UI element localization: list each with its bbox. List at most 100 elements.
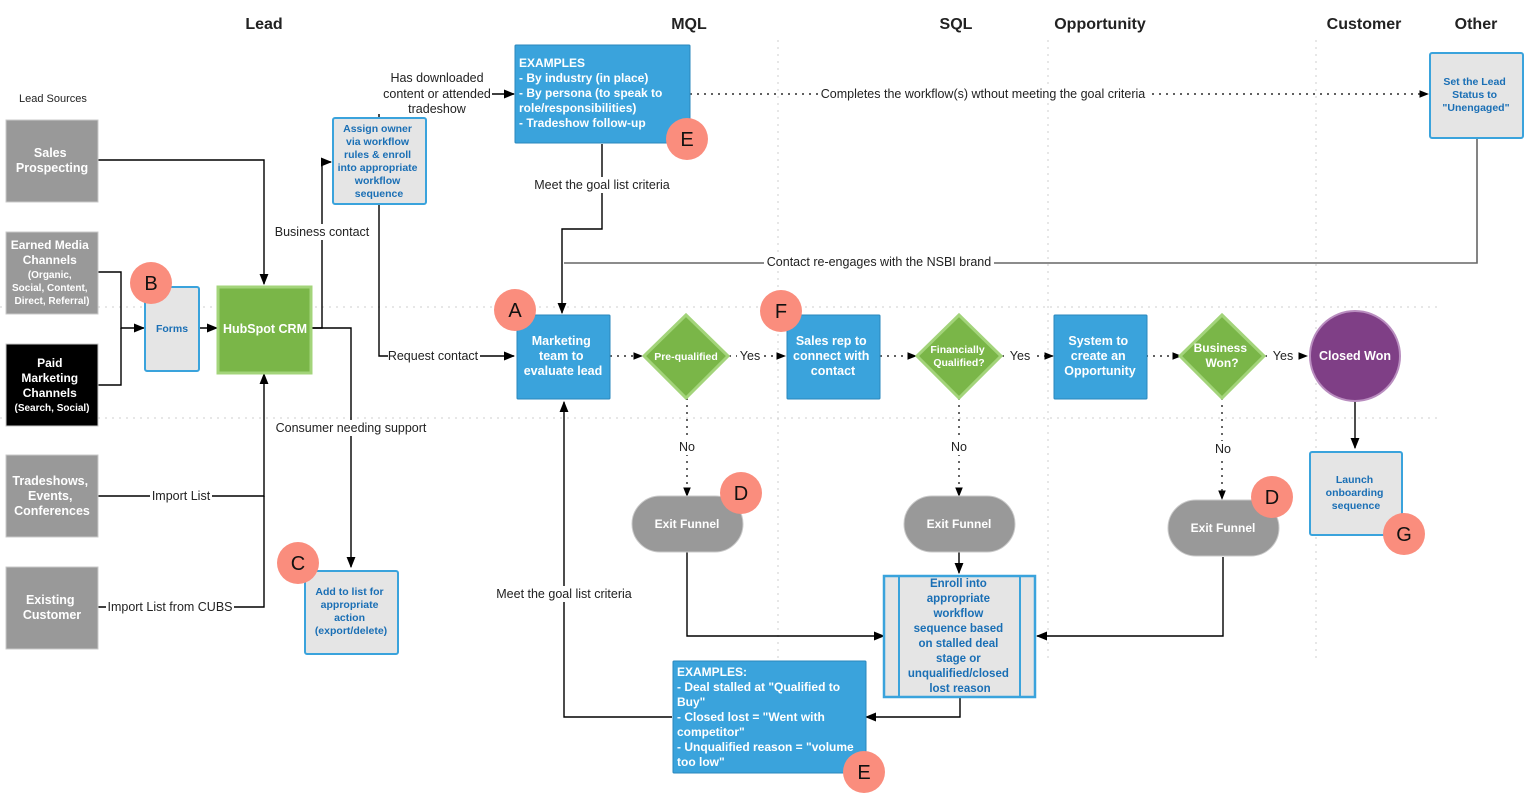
- svg-text:Existing Customer: Existing Customer: [23, 593, 81, 622]
- node-assign-owner[interactable]: Assign owner via workflow rules & enroll…: [332, 117, 427, 205]
- text-line: Enroll into: [930, 578, 987, 590]
- node-marketing-team[interactable]: Marketing team to evaluate lead: [516, 314, 611, 400]
- text-line: - By industry (in place): [519, 71, 648, 85]
- process-nodes: EXAMPLES - By industry (in place) - By p…: [514, 44, 1148, 774]
- badge-e1: E: [666, 118, 708, 160]
- node-enroll-workflow[interactable]: Enroll into appropriate workflow sequenc…: [882, 574, 1037, 699]
- node-hubspot-crm[interactable]: HubSpot CRM: [216, 285, 313, 375]
- badge-label: A: [508, 300, 522, 322]
- lead-sources-label: Lead Sources: [19, 93, 87, 105]
- text-line: appropriate: [321, 599, 379, 611]
- edge-enroll-to-examples: [864, 698, 961, 722]
- node-examples-bottom[interactable]: EXAMPLES: - Deal stalled at "Qualified t…: [672, 660, 867, 774]
- text-line: into appropriate: [338, 162, 418, 174]
- source-tradeshows[interactable]: Tradeshows, Events, Conferences: [5, 454, 99, 538]
- node-system-opportunity[interactable]: System to create an Opportunity: [1053, 314, 1148, 400]
- text-line: appropriate: [927, 593, 990, 605]
- node-exit-funnel-2[interactable]: Exit Funnel: [903, 495, 1016, 553]
- source-earned-media[interactable]: Earned Media Channels (Organic, Social, …: [5, 231, 99, 315]
- text-line: (Organic,: [28, 270, 72, 281]
- text-line: - By persona (to speak to: [519, 86, 662, 100]
- text-line: competitor": [677, 725, 745, 739]
- badge-label: G: [1396, 524, 1412, 546]
- text-line: Forms: [156, 323, 188, 335]
- node-examples-top[interactable]: EXAMPLES - By industry (in place) - By p…: [514, 44, 691, 144]
- source-paid-marketing[interactable]: Paid Marketing Channels (Search, Social): [5, 343, 99, 427]
- lane-title-customer: Customer: [1327, 16, 1402, 33]
- svg-text:Pre-qualified: Pre-qualified: [654, 351, 718, 363]
- badge-label: B: [144, 273, 157, 295]
- text-line: team to: [539, 349, 584, 363]
- text-line: Existing: [26, 593, 75, 607]
- text-line: Conferences: [14, 504, 90, 518]
- svg-text:HubSpot CRM: HubSpot CRM: [223, 322, 307, 336]
- edge-examples-to-marketing: [557, 144, 603, 315]
- text-line: via workflow: [346, 136, 410, 148]
- svg-text:Set the Lead Status to: Set the Lead Status to "Unengaged": [1442, 76, 1509, 114]
- text-line: Exit Funnel: [655, 517, 720, 531]
- badge-label: F: [775, 301, 787, 323]
- node-closed-won[interactable]: Closed Won: [1309, 310, 1401, 402]
- text-line: connect with: [793, 349, 869, 363]
- label-yes-2: Yes: [1010, 349, 1030, 363]
- source-existing-customer[interactable]: Existing Customer: [5, 566, 99, 650]
- lane-title-mql: MQL: [671, 16, 707, 33]
- label-no-1: No: [679, 440, 695, 454]
- node-financially-qualified[interactable]: Financially Qualified?: [914, 312, 1004, 401]
- lane-title-sql: SQL: [940, 16, 973, 33]
- text-line: HubSpot CRM: [223, 322, 307, 336]
- text-line: Exit Funnel: [927, 517, 992, 531]
- text-line: Exit Funnel: [1191, 521, 1256, 535]
- text-line: Sales rep to: [796, 334, 867, 348]
- label-request-contact: Request contact: [388, 349, 479, 363]
- text-line: unqualified/closed: [908, 668, 1009, 680]
- text-line: (export/delete): [315, 625, 387, 637]
- label-no-3: No: [1215, 442, 1231, 456]
- edges-dotted: [610, 90, 1429, 500]
- badge-b: B: [130, 262, 172, 304]
- text-line: Status to: [1452, 89, 1497, 101]
- node-add-to-list[interactable]: Add to list for appropriate action (expo…: [304, 570, 399, 655]
- text-line: Marketing: [532, 334, 591, 348]
- text-line: stage or: [936, 653, 981, 665]
- text-line: Sales: [34, 146, 67, 160]
- text-line: Channels: [23, 386, 77, 400]
- text-line: Set the Lead: [1443, 76, 1505, 88]
- edge-existing-to-crm: [98, 496, 265, 608]
- text-line: too low": [677, 755, 725, 769]
- label-yes-3: Yes: [1273, 349, 1293, 363]
- edge-tradeshows-to-crm: [98, 372, 269, 497]
- badge-d1: D: [720, 472, 762, 514]
- edge-exit1-to-enroll: [686, 552, 886, 641]
- text-line: Launch: [1336, 474, 1373, 486]
- edge-sales-to-crm: [98, 159, 269, 286]
- edge-assign-to-marketing: [378, 205, 516, 361]
- lane-title-lead: Lead: [245, 16, 282, 33]
- label-import-list: Import List: [152, 489, 211, 503]
- text-line: - Deal stalled at "Qualified to: [677, 680, 840, 694]
- node-pre-qualified[interactable]: Pre-qualified: [641, 312, 731, 401]
- badge-label: D: [1265, 487, 1279, 509]
- label-has-downloaded-1: Has downloaded: [390, 71, 483, 85]
- lead-sources: Sales Prospecting Earned Media Channels …: [5, 119, 99, 650]
- text-line: Customer: [23, 608, 81, 622]
- badge-label: D: [734, 483, 748, 505]
- node-sales-rep[interactable]: Sales rep to connect with contact: [786, 314, 881, 400]
- badge-e2: E: [843, 751, 885, 793]
- svg-text:Forms: Forms: [156, 323, 188, 335]
- source-sales-prospecting[interactable]: Sales Prospecting: [5, 119, 99, 203]
- node-set-lead-status[interactable]: Set the Lead Status to "Unengaged": [1429, 52, 1524, 139]
- text-line: sequence: [1332, 500, 1381, 512]
- badge-f: F: [760, 290, 802, 332]
- edge-paid-to-forms: [98, 328, 122, 386]
- text-line: Financially: [930, 344, 984, 356]
- text-line: Won?: [1205, 356, 1238, 370]
- node-business-won[interactable]: Business Won?: [1177, 312, 1267, 401]
- edge-examples-to-marketing-return: [559, 400, 672, 718]
- text-line: Social, Content,: [12, 283, 88, 294]
- label-meet-goal-top: Meet the goal list criteria: [534, 178, 670, 192]
- text-line: Assign owner: [343, 123, 412, 135]
- label-no-2: No: [951, 440, 967, 454]
- text-line: "Unengaged": [1442, 102, 1509, 114]
- edge-crm-to-assign: [312, 157, 333, 329]
